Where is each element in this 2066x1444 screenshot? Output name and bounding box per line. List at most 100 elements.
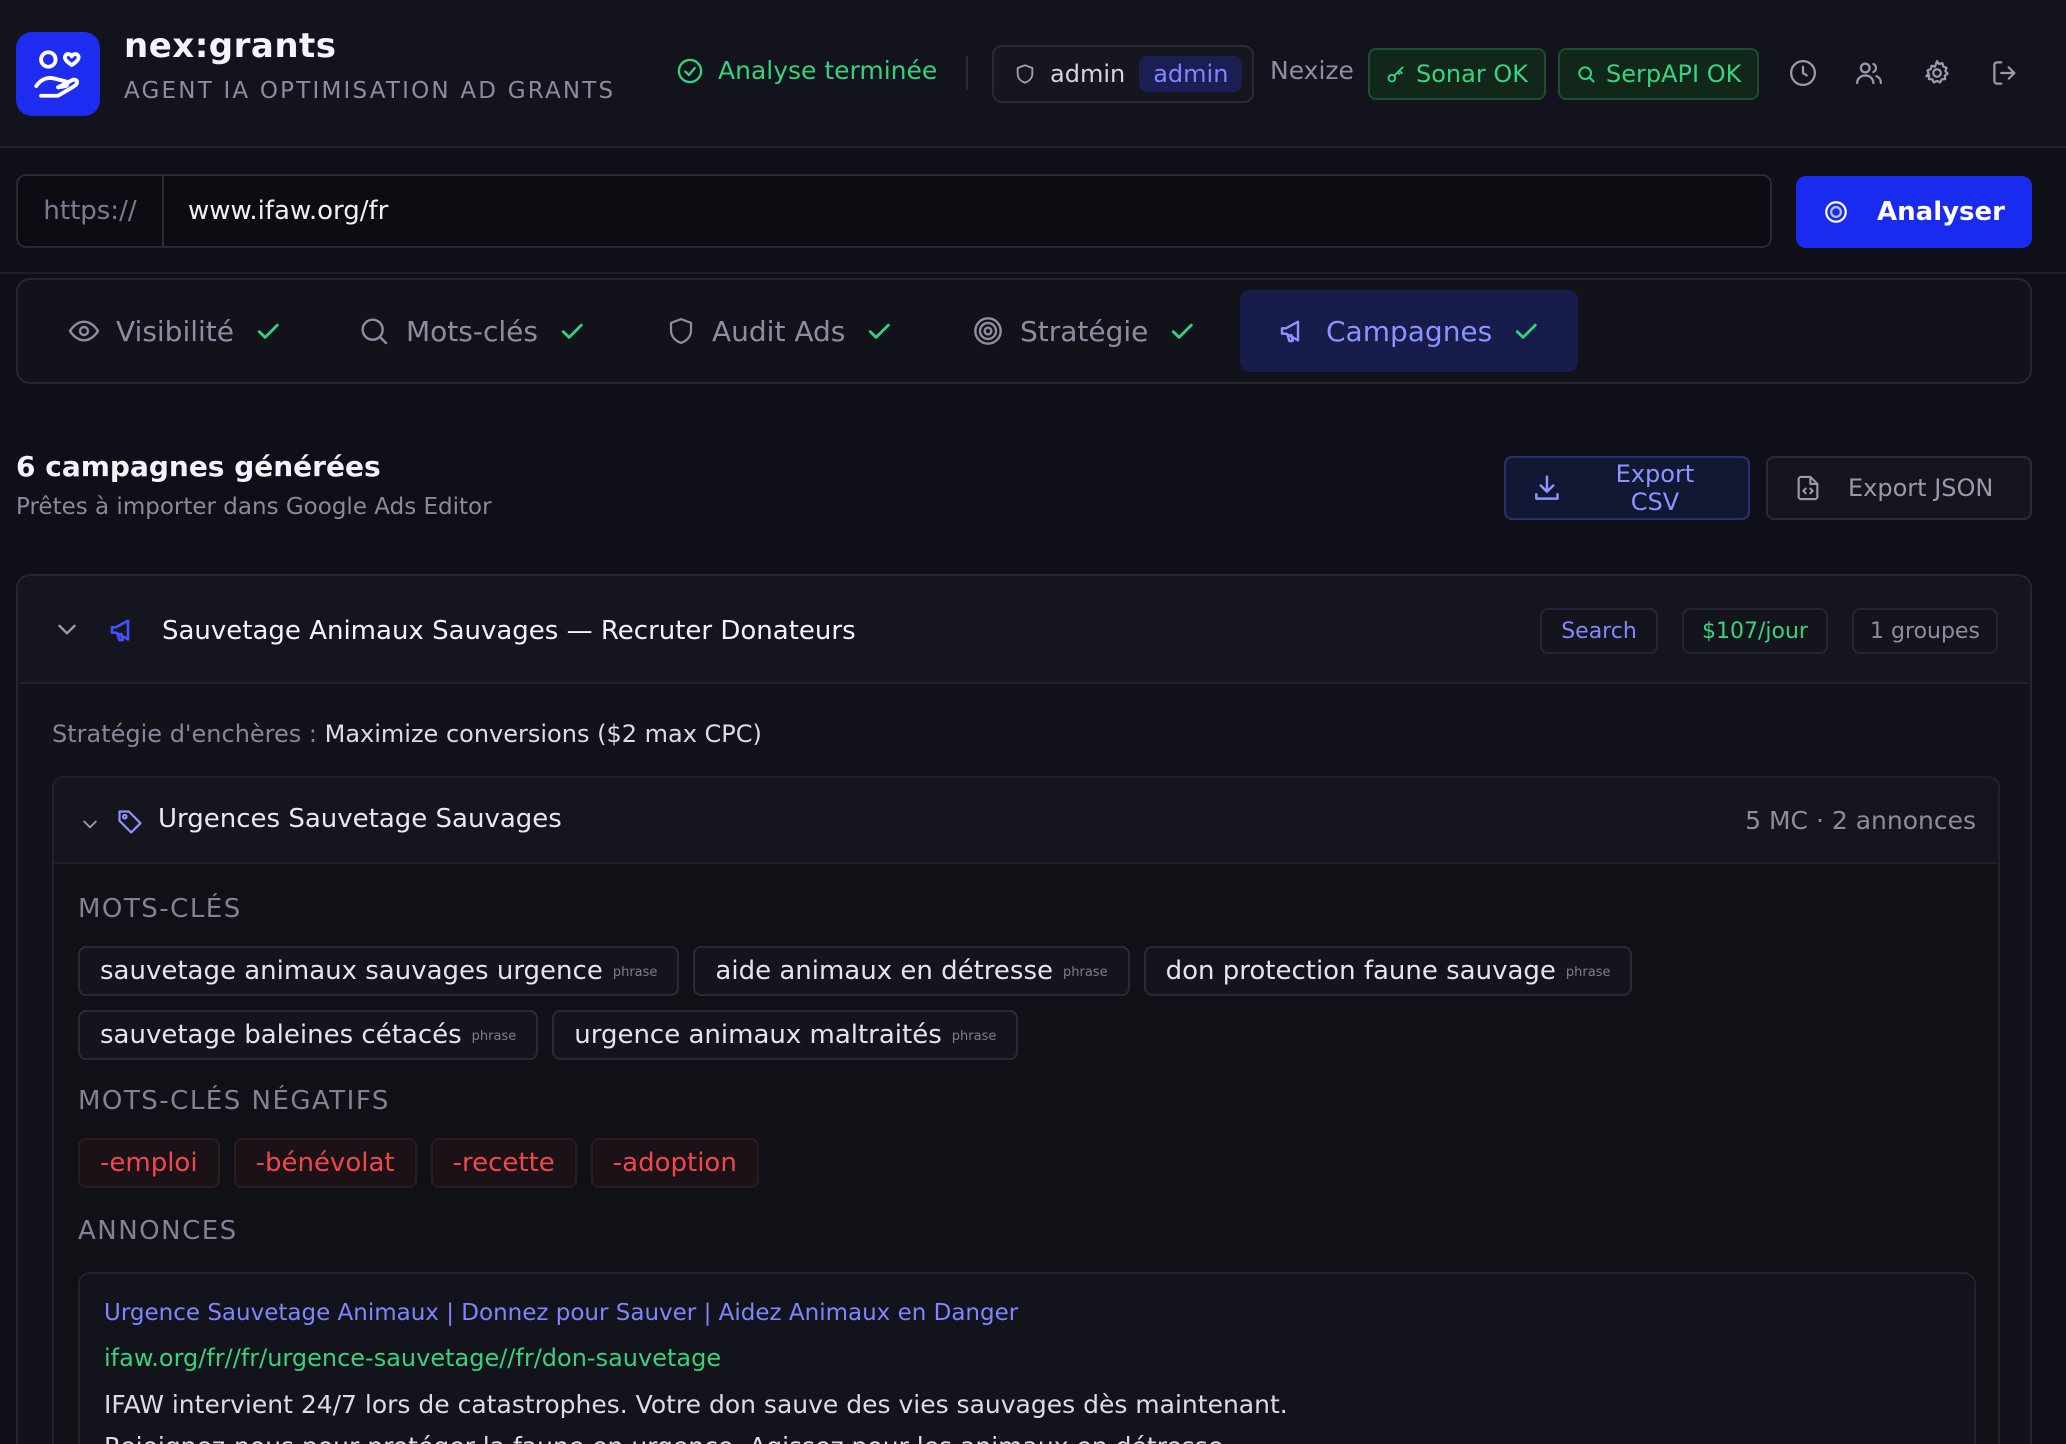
- campaign-budget-badge: $107/jour: [1682, 608, 1828, 654]
- bid-strategy: Stratégie d'enchères : Maximize conversi…: [52, 720, 762, 748]
- tab-label: Visibilité: [116, 314, 235, 348]
- search-icon: [1578, 66, 1595, 83]
- user-chip[interactable]: admin admin: [992, 45, 1254, 103]
- analysis-status-text: Analyse terminée: [718, 56, 938, 85]
- match-type: phrase: [1063, 964, 1108, 980]
- keyword-chip: urgence animaux maltraités phrase: [552, 1010, 1019, 1060]
- chevron-down-icon: [83, 820, 97, 829]
- check-icon: [1172, 323, 1194, 339]
- negative-keyword-chip: -emploi: [78, 1138, 220, 1188]
- tab-visibilite[interactable]: Visibilité: [68, 290, 282, 372]
- tab-label: Stratégie: [1020, 314, 1149, 348]
- campaign-name: Sauvetage Animaux Sauvages — Recruter Do…: [162, 616, 856, 646]
- app-logo: [16, 32, 100, 116]
- url-bar: https://: [16, 174, 1772, 248]
- settings-button[interactable]: [1920, 56, 1954, 90]
- tab-audit-ads[interactable]: Audit Ads: [666, 290, 893, 372]
- analyze-button[interactable]: Analyser: [1796, 176, 2032, 248]
- ad-headline[interactable]: Urgence Sauvetage Animaux | Donnez pour …: [104, 1300, 1018, 1326]
- export-csv-button[interactable]: Export CSV: [1504, 456, 1750, 520]
- app-header: nex:grants AGENT IA OPTIMISATION AD GRAN…: [0, 0, 2066, 148]
- export-json-label: Export JSON: [1848, 474, 1994, 502]
- tab-campagnes[interactable]: Campagnes: [1240, 290, 1579, 372]
- hand-heart-icon: [34, 50, 81, 98]
- users-button[interactable]: [1852, 56, 1886, 90]
- role-badge: admin: [1139, 56, 1243, 92]
- ad-display-url[interactable]: ifaw.org/fr//fr/urgence-sauvetage//fr/do…: [104, 1344, 721, 1372]
- campaign-groups-badge: 1 groupes: [1852, 608, 1998, 654]
- ad-description-1: IFAW intervient 24/7 lors de catastrophe…: [104, 1390, 1288, 1419]
- negative-keywords-row: -emploi -bénévolat -recette -adoption: [78, 1138, 759, 1188]
- ad-description-2: Rejoignez-nous pour protéger la faune en…: [104, 1432, 1231, 1444]
- section-divider: [0, 272, 2066, 274]
- logout-icon: [1993, 61, 2016, 85]
- sonar-status-badge: Sonar OK: [1368, 48, 1546, 100]
- megaphone-icon: [1280, 320, 1300, 343]
- campaign-header[interactable]: Sauvetage Animaux Sauvages — Recruter Do…: [18, 576, 2030, 684]
- keyword-chip: aide animaux en détresse phrase: [693, 946, 1130, 996]
- keyword-text: urgence animaux maltraités: [574, 1020, 942, 1050]
- campaigns-count-title: 6 campagnes générées: [16, 450, 381, 483]
- org-name: Nexize: [1270, 56, 1354, 85]
- bid-strategy-label: Stratégie d'enchères :: [52, 720, 325, 748]
- app-subtitle: AGENT IA OPTIMISATION AD GRANTS: [124, 78, 616, 104]
- keyword-text: don protection faune sauvage: [1165, 956, 1556, 986]
- url-input[interactable]: [188, 196, 1688, 226]
- keyword-chip: sauvetage animaux sauvages urgence phras…: [78, 946, 680, 996]
- analyze-button-label: Analyser: [1877, 197, 2005, 227]
- megaphone-icon: [110, 619, 130, 642]
- export-json-button[interactable]: Export JSON: [1766, 456, 2032, 520]
- export-csv-label: Export CSV: [1615, 460, 1695, 516]
- keyword-text: aide animaux en détresse: [715, 956, 1053, 986]
- ad-preview-card: Urgence Sauvetage Animaux | Donnez pour …: [78, 1272, 1976, 1444]
- keyword-chip: sauvetage baleines cétacés phrase: [78, 1010, 539, 1060]
- ads-section-title: ANNONCES: [78, 1216, 238, 1246]
- analysis-status: Analyse terminée: [676, 56, 937, 85]
- url-protocol-prefix: https://: [18, 176, 164, 246]
- negative-keywords-section-title: MOTS-CLÉS NÉGATIFS: [78, 1086, 390, 1116]
- step-tabs: Visibilité Mots-clés Audit Ads Stratégie…: [16, 278, 2032, 384]
- logout-button[interactable]: [1988, 56, 2022, 90]
- ad-group-name: Urgences Sauvetage Sauvages: [158, 804, 562, 834]
- negative-keyword-chip: -recette: [430, 1138, 577, 1188]
- download-icon: [1535, 475, 1559, 500]
- check-icon: [869, 323, 891, 339]
- shield-icon: [1016, 64, 1034, 84]
- keywords-row: sauvetage baleines cétacés phrase urgenc…: [78, 1010, 1019, 1060]
- serpapi-status-badge: SerpAPI OK: [1558, 48, 1760, 100]
- sonar-status-text: Sonar OK: [1416, 60, 1528, 88]
- ad-group-header[interactable]: Urgences Sauvetage Sauvages 5 MC · 2 ann…: [54, 778, 1998, 864]
- tab-mots-cles[interactable]: Mots-clés: [358, 290, 586, 372]
- campaign-card: Sauvetage Animaux Sauvages — Recruter Do…: [16, 574, 2032, 1444]
- bid-strategy-value: Maximize conversions ($2 max CPC): [324, 720, 762, 748]
- eye-icon: [68, 320, 100, 342]
- chevron-down-icon: [58, 624, 76, 635]
- shield-icon: [669, 318, 693, 344]
- target-icon: [974, 317, 1002, 345]
- campaign-type-badge: Search: [1540, 608, 1658, 654]
- tab-strategie[interactable]: Stratégie: [972, 290, 1196, 372]
- keyword-chip: don protection faune sauvage phrase: [1143, 946, 1633, 996]
- check-icon: [257, 323, 279, 339]
- negative-keyword-chip: -adoption: [590, 1138, 759, 1188]
- negative-keyword-chip: -bénévolat: [233, 1138, 417, 1188]
- match-type: phrase: [471, 1028, 517, 1044]
- file-code-icon: [1797, 475, 1819, 501]
- match-type: phrase: [612, 964, 658, 980]
- app-name: nex:grants: [124, 26, 337, 66]
- key-icon: [1387, 66, 1404, 83]
- tab-label: Audit Ads: [712, 314, 846, 348]
- campaigns-subtitle: Prêtes à importer dans Google Ads Editor: [16, 494, 492, 520]
- keywords-row: sauvetage animaux sauvages urgence phras…: [78, 946, 1633, 996]
- check-icon: [1516, 323, 1537, 339]
- users-icon: [1856, 62, 1882, 85]
- search-icon: [361, 318, 388, 345]
- user-name: admin: [1050, 60, 1126, 88]
- tag-icon: [118, 810, 142, 834]
- history-button[interactable]: [1786, 56, 1820, 90]
- loader-ring-icon: [1825, 201, 1847, 223]
- gear-icon: [1925, 60, 1949, 84]
- serpapi-status-text: SerpAPI OK: [1606, 60, 1742, 88]
- match-type: phrase: [951, 1028, 997, 1044]
- clock-icon: [1790, 60, 1816, 86]
